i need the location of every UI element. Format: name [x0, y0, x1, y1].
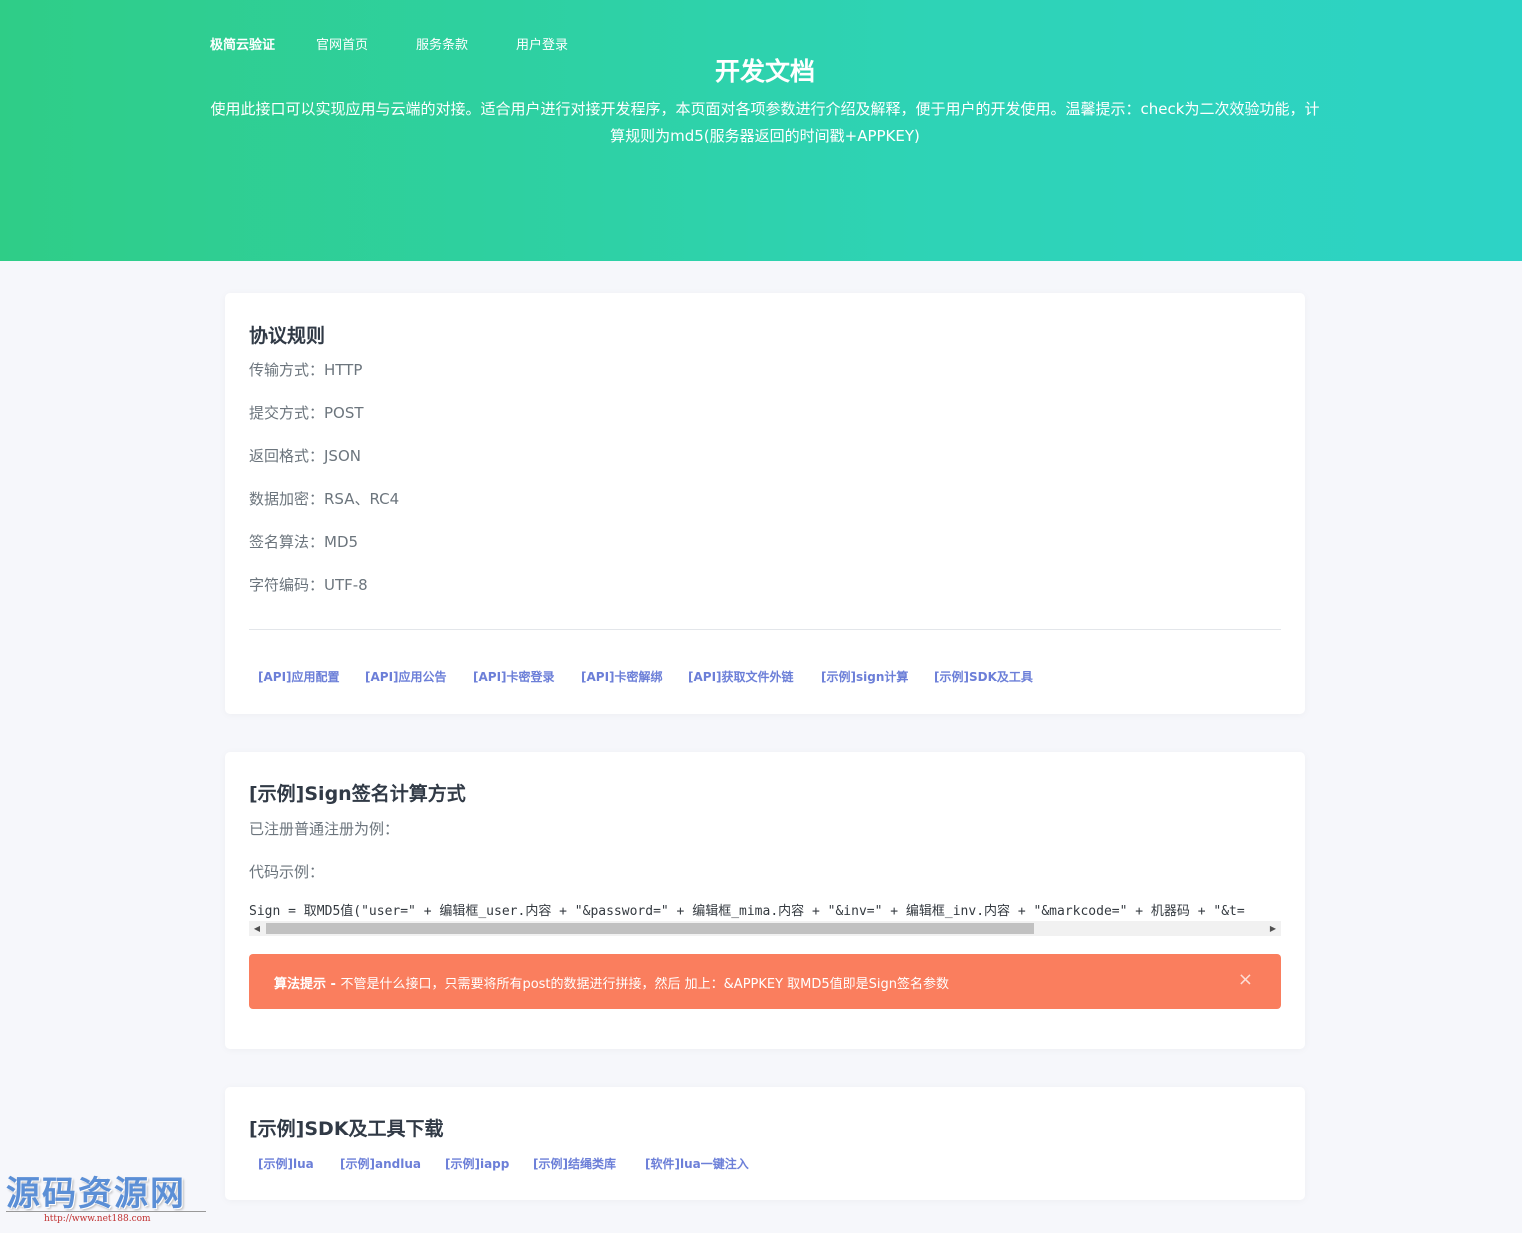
nav-home-link[interactable]: 官网首页: [316, 34, 368, 53]
link-api-app-config[interactable]: [API]应用配置: [258, 668, 340, 685]
sdk-title: [示例]SDK及工具下载: [249, 1118, 444, 1140]
protocol-title: 协议规则: [249, 325, 326, 347]
page-subtitle: 使用此接口可以实现应用与云端的对接。适合用户进行对接开发程序，本页面对各项参数进…: [210, 100, 1320, 145]
protocol-row-transport: 传输方式：HTTP: [249, 361, 363, 379]
link-api-app-notice[interactable]: [API]应用公告: [365, 668, 447, 685]
code-block[interactable]: Sign = 取MD5值("user=" + 编辑框_user.内容 + "&p…: [249, 900, 1281, 938]
hero-header: 极简云验证 官网首页 服务条款 用户登录 开发文档 使用此接口可以实现应用与云端…: [0, 0, 1522, 261]
sign-card: [示例]Sign签名计算方式 已注册普通注册为例： 代码示例： Sign = 取…: [225, 752, 1305, 1049]
algorithm-alert: 算法提示 - 不管是什么接口，只需要将所有post的数据进行拼接，然后 加上：&…: [249, 954, 1281, 1009]
protocol-divider: [249, 629, 1281, 630]
link-sdk-jieshen[interactable]: [示例]结绳类库: [533, 1155, 616, 1172]
alert-message: 算法提示 - 不管是什么接口，只需要将所有post的数据进行拼接，然后 加上：&…: [274, 973, 949, 992]
link-software-lua-inject[interactable]: [软件]lua一键注入: [645, 1155, 749, 1172]
scroll-right-icon[interactable]: ▶: [1268, 923, 1278, 934]
protocol-card: 协议规则 传输方式：HTTP 提交方式：POST 返回格式：JSON 数据加密：…: [225, 293, 1305, 714]
horizontal-scrollbar[interactable]: ◀ ▶: [249, 921, 1281, 936]
code-line: Sign = 取MD5值("user=" + 编辑框_user.内容 + "&p…: [249, 904, 1245, 919]
close-icon[interactable]: ×: [1238, 969, 1253, 991]
sdk-card: [示例]SDK及工具下载 [示例]lua [示例]andlua [示例]iapp…: [225, 1087, 1305, 1200]
link-sdk-andlua[interactable]: [示例]andlua: [340, 1155, 421, 1172]
page-title: 开发文档: [714, 57, 815, 86]
link-example-sign[interactable]: [示例]sign计算: [821, 668, 908, 685]
link-api-card-login[interactable]: [API]卡密登录: [473, 668, 555, 685]
protocol-row-charset: 字符编码：UTF-8: [249, 576, 368, 594]
watermark-logo: 源码资源网: [6, 1174, 186, 1214]
watermark-divider: [6, 1211, 206, 1212]
protocol-row-format: 返回格式：JSON: [249, 447, 361, 465]
protocol-row-method: 提交方式：POST: [249, 404, 364, 422]
code-example-label: 代码示例：: [249, 863, 325, 881]
scroll-thumb[interactable]: [266, 923, 1034, 934]
scroll-left-icon[interactable]: ◀: [252, 923, 262, 934]
link-api-card-unbind[interactable]: [API]卡密解绑: [581, 668, 663, 685]
link-sdk-iapp[interactable]: [示例]iapp: [445, 1155, 509, 1172]
link-example-sdk[interactable]: [示例]SDK及工具: [934, 668, 1033, 685]
alert-body: 不管是什么接口，只需要将所有post的数据进行拼接，然后 加上：&APPKEY …: [340, 977, 950, 992]
protocol-row-signature: 签名算法：MD5: [249, 533, 359, 551]
link-sdk-lua[interactable]: [示例]lua: [258, 1155, 314, 1172]
nav-login-link[interactable]: 用户登录: [516, 34, 568, 53]
link-api-file-link[interactable]: [API]获取文件外链: [688, 668, 794, 685]
nav-terms-link[interactable]: 服务条款: [416, 34, 468, 53]
protocol-row-encryption: 数据加密：RSA、RC4: [249, 490, 400, 508]
brand-name[interactable]: 极简云验证: [210, 34, 275, 53]
sign-intro: 已注册普通注册为例：: [249, 820, 400, 838]
sign-title: [示例]Sign签名计算方式: [249, 783, 466, 805]
alert-heading: 算法提示 -: [274, 977, 341, 992]
watermark-url: http://www.net188.com: [44, 1214, 151, 1224]
